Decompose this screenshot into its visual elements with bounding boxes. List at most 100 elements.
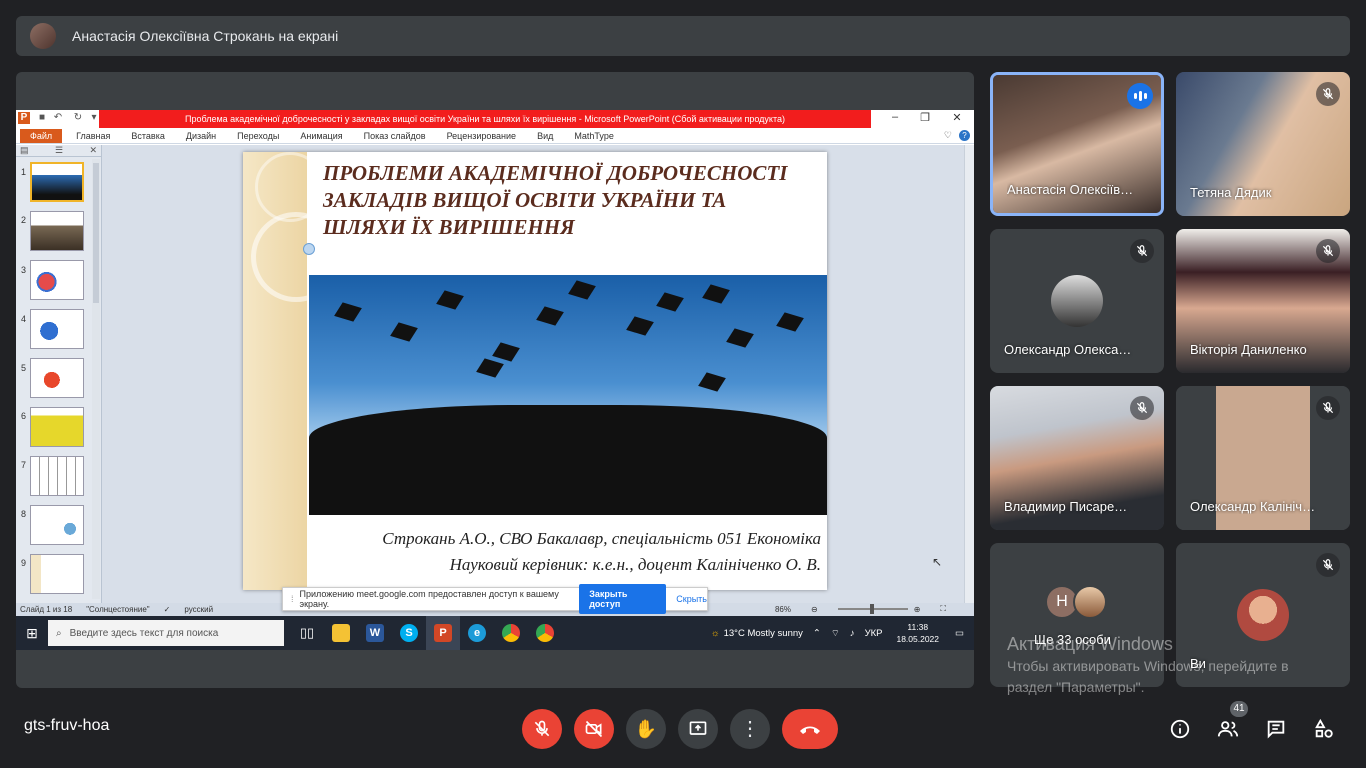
slide-photo-graduates[interactable]: [309, 275, 827, 515]
participants-button[interactable]: [1215, 716, 1241, 742]
skype-icon[interactable]: S: [392, 616, 426, 650]
people-icon: [1217, 721, 1239, 737]
rotation-handle[interactable]: [303, 243, 315, 255]
tab-animation[interactable]: Анимация: [300, 131, 342, 141]
more-options-button[interactable]: ⋮: [730, 709, 770, 749]
zoom-out-icon[interactable]: ⊖: [811, 605, 818, 614]
tab-view[interactable]: Вид: [537, 131, 553, 141]
file-explorer-icon[interactable]: [324, 616, 358, 650]
edge-icon[interactable]: e: [460, 616, 494, 650]
weather-icon: ☼: [710, 627, 720, 639]
zoom-in-icon[interactable]: ⊕: [914, 605, 921, 614]
word-icon[interactable]: W: [358, 616, 392, 650]
tab-transitions[interactable]: Переходы: [237, 131, 279, 141]
redo-icon[interactable]: ↻: [72, 112, 84, 124]
slide-thumbnail[interactable]: [30, 407, 84, 447]
fit-slide-icon[interactable]: ⛶: [940, 604, 946, 614]
hide-toast-button[interactable]: Скрыть: [676, 594, 707, 604]
leave-call-button[interactable]: [782, 709, 838, 749]
taskbar-clock[interactable]: 11:38 18.05.2022: [896, 621, 939, 645]
slide-authors[interactable]: Строкань А.О., СВО Бакалавр, спеціальніс…: [309, 526, 821, 578]
slide-thumbnail[interactable]: [30, 554, 84, 594]
participant-name: Владимир Писаре…: [1004, 499, 1128, 514]
window-title: Проблема академічної доброчесності у зак…: [99, 110, 871, 128]
activities-button[interactable]: [1311, 716, 1337, 742]
network-icon[interactable]: ⌔: [831, 628, 840, 639]
undo-icon[interactable]: ↶: [52, 112, 64, 124]
tab-home[interactable]: Главная: [76, 131, 110, 141]
chrome-icon[interactable]: [494, 616, 528, 650]
slide-counter: Слайд 1 из 18: [20, 605, 73, 614]
weather-text[interactable]: 13°C Mostly sunny: [724, 628, 803, 639]
windows-taskbar: ⊞ ⌕ Введите здесь текст для поиска ▯▯ W …: [16, 616, 974, 650]
task-view-icon[interactable]: ▯▯: [290, 616, 324, 650]
thumb-number: 4: [21, 314, 27, 324]
taskbar-search[interactable]: ⌕ Введите здесь текст для поиска: [48, 620, 284, 646]
stop-sharing-button[interactable]: Закрыть доступ: [579, 584, 667, 614]
tab-insert[interactable]: Вставка: [131, 131, 164, 141]
participant-tile[interactable]: Тетяна Дядик: [1176, 72, 1350, 216]
tab-review[interactable]: Рецензирование: [447, 131, 517, 141]
close-pane-icon[interactable]: ✕: [89, 145, 97, 156]
slide-thumbnail[interactable]: [30, 309, 84, 349]
slide-thumbnail[interactable]: [30, 456, 84, 496]
participant-tile[interactable]: Олександр Калініч…: [1176, 386, 1350, 530]
slides-icon[interactable]: ☰: [55, 145, 63, 156]
participant-tile[interactable]: Анастасія Олексіїв…: [990, 72, 1164, 216]
screen-share-notice: ⁞ Приложению meet.google.com предоставле…: [282, 584, 708, 614]
slide-thumbnail[interactable]: [30, 162, 84, 202]
thumb-scrollbar[interactable]: [92, 159, 100, 599]
share-toast-grip-icon: ⁞: [291, 594, 294, 604]
slide-title[interactable]: ПРОБЛЕМИ АКАДЕМІЧНОЇ ДОБРОЧЕСНОСТІ ЗАКЛА…: [323, 160, 803, 241]
slide-thumbnail[interactable]: [30, 260, 84, 300]
thumb-number: 3: [21, 265, 27, 275]
present-screen-button[interactable]: [678, 709, 718, 749]
tab-design[interactable]: Дизайн: [186, 131, 216, 141]
powerpoint-taskbar-icon[interactable]: P: [426, 616, 460, 650]
spellcheck-icon[interactable]: ✓: [164, 605, 171, 614]
ppt-workspace: ▤ ☰ ✕ 1 2 3 4 5 6 7 8 9 ПРОБЛЕМИ АКАДЕМІ…: [16, 145, 974, 603]
tray-expand-icon[interactable]: ⌃: [813, 628, 821, 639]
participant-tile[interactable]: Владимир Писаре…: [990, 386, 1164, 530]
slide-thumbnail[interactable]: [30, 505, 84, 545]
slide-thumbnail[interactable]: [30, 211, 84, 251]
thumb-number: 2: [21, 215, 27, 225]
meeting-details-button[interactable]: [1167, 716, 1193, 742]
outline-icon[interactable]: ▤: [20, 145, 29, 156]
ribbon-tabs: Файл Главная Вставка Дизайн Переходы Ани…: [16, 128, 974, 144]
camera-off-icon: [585, 720, 603, 738]
participant-tile[interactable]: Олександр Олекса…: [990, 229, 1164, 373]
help-icon[interactable]: ?: [959, 130, 970, 141]
mic-off-icon: [534, 720, 550, 737]
restore-icon[interactable]: ❐: [916, 111, 934, 124]
zoom-level[interactable]: 86%: [775, 605, 791, 614]
keyboard-language[interactable]: УКР: [865, 628, 883, 639]
participant-tile[interactable]: Вікторія Даниленко: [1176, 229, 1350, 373]
speaking-indicator-icon: [1127, 83, 1153, 109]
zoom-slider[interactable]: [837, 604, 908, 614]
slide-scrollbar[interactable]: [964, 145, 974, 603]
tab-slideshow[interactable]: Показ слайдов: [364, 131, 426, 141]
tab-file[interactable]: Файл: [20, 128, 63, 143]
chat-button[interactable]: [1263, 716, 1289, 742]
raise-hand-button[interactable]: ✋: [626, 709, 666, 749]
notifications-icon[interactable]: ▭: [955, 628, 964, 639]
current-slide[interactable]: ПРОБЛЕМИ АКАДЕМІЧНОЇ ДОБРОЧЕСНОСТІ ЗАКЛА…: [243, 152, 827, 590]
windows-start-icon[interactable]: ⊞: [16, 625, 48, 642]
ribbon-collapse-icon[interactable]: ♡: [944, 130, 952, 141]
language-indicator[interactable]: русский: [184, 605, 213, 614]
slide-thumbnail[interactable]: [30, 358, 84, 398]
toggle-mic-button[interactable]: [522, 709, 562, 749]
close-icon[interactable]: ✕: [948, 111, 966, 124]
save-icon[interactable]: ■: [36, 112, 48, 124]
thumb-pane-header: ▤ ☰ ✕: [16, 145, 101, 157]
activation-line: Чтобы активировать Windows, перейдите в: [1007, 658, 1289, 674]
present-icon: [689, 721, 707, 735]
minimize-icon[interactable]: –: [886, 111, 904, 123]
clock-time: 11:38: [907, 622, 929, 632]
chrome-icon[interactable]: [528, 616, 562, 650]
toggle-camera-button[interactable]: [574, 709, 614, 749]
volume-icon[interactable]: ♪: [850, 628, 855, 639]
tab-mathtype[interactable]: MathType: [574, 131, 614, 141]
participant-name: Вікторія Даниленко: [1190, 342, 1307, 357]
